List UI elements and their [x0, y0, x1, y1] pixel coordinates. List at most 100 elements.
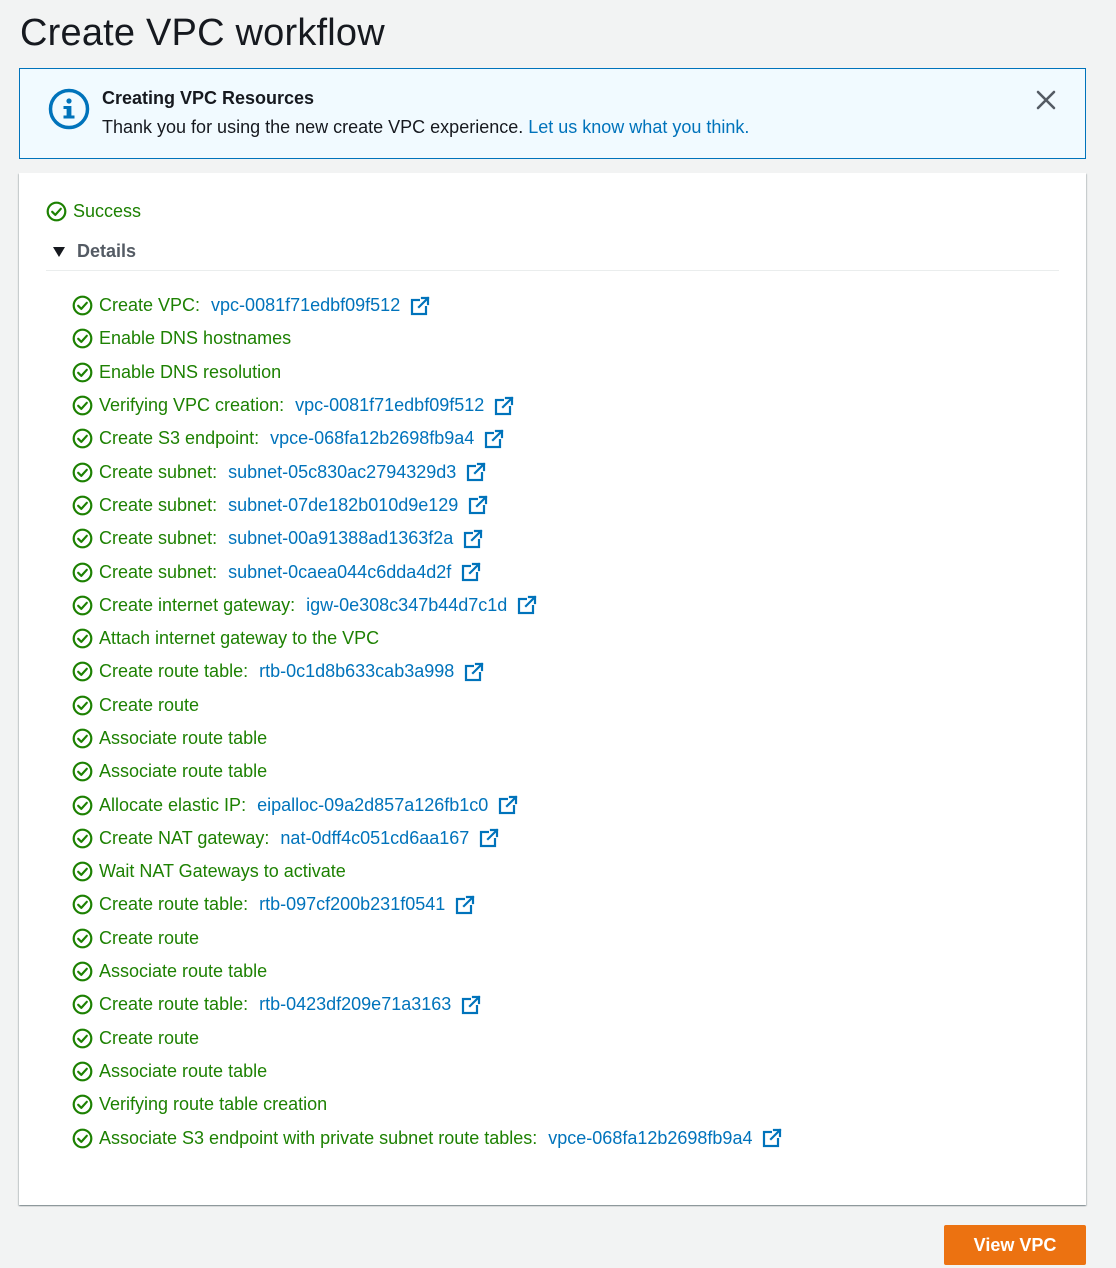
close-icon[interactable] [1035, 89, 1057, 111]
external-link-icon[interactable] [461, 562, 481, 582]
step-item: Attach internet gateway to the VPC [72, 622, 782, 655]
external-link-icon[interactable] [494, 395, 514, 416]
check-circle-icon [72, 362, 93, 383]
check-circle-icon [72, 695, 93, 716]
check-circle-icon [46, 201, 67, 222]
check-circle-icon [72, 961, 93, 982]
external-link-icon[interactable] [464, 662, 484, 682]
check-circle-icon [72, 795, 93, 815]
feedback-link[interactable]: Let us know what you think. [528, 117, 749, 137]
check-circle-icon [72, 628, 93, 649]
step-item: Associate route table [72, 1055, 782, 1088]
step-item: Create route [72, 922, 782, 955]
external-link-icon[interactable] [498, 795, 518, 815]
step-item: Verifying VPC creation: vpc-0081f71edbf0… [72, 389, 782, 422]
step-text: Create subnet: [99, 528, 223, 549]
check-circle-icon [72, 662, 93, 682]
check-circle-icon [72, 1094, 93, 1115]
step-text: Create route [99, 927, 200, 948]
check-circle-icon [72, 994, 93, 1015]
step-text: Attach internet gateway to the VPC [99, 628, 380, 649]
view-vpc-button[interactable]: View VPC [944, 1225, 1086, 1265]
resource-link[interactable]: subnet-07de182b010d9e129 [228, 495, 458, 516]
check-circle-icon [72, 428, 93, 449]
external-link-icon[interactable] [762, 1128, 783, 1148]
check-circle-icon [72, 1028, 93, 1049]
external-link-icon[interactable] [455, 895, 475, 915]
flash-message: Thank you for using the new create VPC e… [102, 117, 749, 138]
details-divider [46, 270, 1059, 271]
step-text: Create route table: [99, 894, 254, 915]
step-text: Create subnet: [99, 461, 223, 482]
details-expander[interactable]: Details [53, 241, 136, 262]
steps-list: Create VPC: vpc-0081f71edbf09f512 Enable … [72, 289, 783, 1155]
external-link-icon[interactable] [461, 995, 481, 1015]
check-circle-icon [72, 562, 93, 582]
check-circle-icon [72, 728, 93, 749]
step-text: Create route table: [99, 661, 254, 682]
resource-link[interactable]: igw-0e308c347b44d7c1d [306, 595, 507, 616]
check-circle-icon [72, 595, 93, 616]
step-item: Create subnet: subnet-0caea044c6dda4d2f [72, 555, 782, 588]
step-item: Create NAT gateway: nat-0dff4c051cd6aa16… [72, 822, 782, 855]
resource-link[interactable]: eipalloc-09a2d857a126fb1c0 [257, 795, 488, 816]
resource-link[interactable]: subnet-05c830ac2794329d3 [228, 462, 456, 483]
external-link-icon[interactable] [517, 595, 537, 615]
step-item: Create route table: rtb-0423df209e71a316… [72, 988, 782, 1021]
resource-link[interactable]: rtb-0c1d8b633cab3a998 [259, 661, 454, 682]
flash-title: Creating VPC Resources [102, 88, 315, 108]
step-text: Create subnet: [99, 494, 223, 515]
step-text: Create route [99, 1027, 200, 1048]
check-circle-icon [72, 761, 93, 782]
resource-link[interactable]: vpce-068fa12b2698fb9a4 [270, 428, 474, 449]
external-link-icon[interactable] [468, 495, 488, 515]
step-item: Create S3 endpoint: vpce-068fa12b2698fb9… [72, 422, 782, 455]
resource-link[interactable]: nat-0dff4c051cd6aa167 [280, 828, 469, 849]
resource-link[interactable]: vpc-0081f71edbf09f512 [211, 295, 400, 316]
resource-link[interactable]: vpc-0081f71edbf09f512 [295, 395, 484, 416]
external-link-icon[interactable] [484, 429, 504, 449]
check-circle-icon [72, 861, 93, 882]
flash-message-text: Thank you for using the new create VPC e… [102, 117, 524, 137]
success-status: Success [46, 201, 141, 222]
step-text: Create S3 endpoint: [99, 428, 265, 449]
external-link-icon[interactable] [410, 296, 430, 316]
external-link-icon[interactable] [466, 462, 486, 482]
step-item: Allocate elastic IP: eipalloc-09a2d857a1… [72, 788, 782, 821]
check-circle-icon [72, 295, 93, 316]
step-text: Create subnet: [99, 561, 223, 582]
step-item: Associate route table [72, 755, 782, 788]
step-item: Create route [72, 689, 782, 722]
check-circle-icon [72, 395, 93, 416]
step-item: Verifying route table creation [72, 1088, 782, 1121]
step-text: Create NAT gateway: [99, 827, 275, 848]
external-link-icon[interactable] [463, 529, 483, 549]
check-circle-icon [72, 895, 93, 915]
check-circle-icon [72, 495, 93, 516]
step-text: Wait NAT Gateways to activate [99, 861, 346, 882]
step-item: Create route table: rtb-0c1d8b633cab3a99… [72, 655, 782, 688]
step-text: Create VPC: [99, 295, 206, 316]
step-text: Create internet gateway: [99, 594, 301, 615]
step-item: Associate route table [72, 955, 782, 988]
check-circle-icon [72, 828, 93, 849]
step-item: Create subnet: subnet-00a91388ad1363f2a [72, 522, 782, 555]
info-flashbar: Creating VPC Resources Thank you for usi… [19, 68, 1086, 159]
step-text: Associate S3 endpoint with private subne… [99, 1127, 543, 1148]
caret-down-icon [53, 246, 65, 257]
step-item: Create route table: rtb-097cf200b231f054… [72, 888, 782, 921]
resource-link[interactable]: subnet-00a91388ad1363f2a [228, 528, 453, 549]
step-item: Enable DNS hostnames [72, 322, 782, 355]
resource-link[interactable]: rtb-0423df209e71a3163 [259, 994, 451, 1015]
resource-link[interactable]: vpce-068fa12b2698fb9a4 [548, 1128, 752, 1149]
step-text: Verifying VPC creation: [99, 395, 290, 416]
step-item: Create subnet: subnet-07de182b010d9e129 [72, 489, 782, 522]
workflow-panel: Success Details Create VPC: vpc-0081f71e… [19, 173, 1086, 1205]
success-label: Success [73, 201, 142, 221]
step-item: Associate S3 endpoint with private subne… [72, 1121, 783, 1154]
resource-link[interactable]: rtb-097cf200b231f0541 [259, 894, 445, 915]
external-link-icon[interactable] [479, 828, 499, 848]
check-circle-icon [72, 528, 93, 549]
resource-link[interactable]: subnet-0caea044c6dda4d2f [228, 562, 451, 583]
step-text: Associate route table [99, 728, 268, 748]
